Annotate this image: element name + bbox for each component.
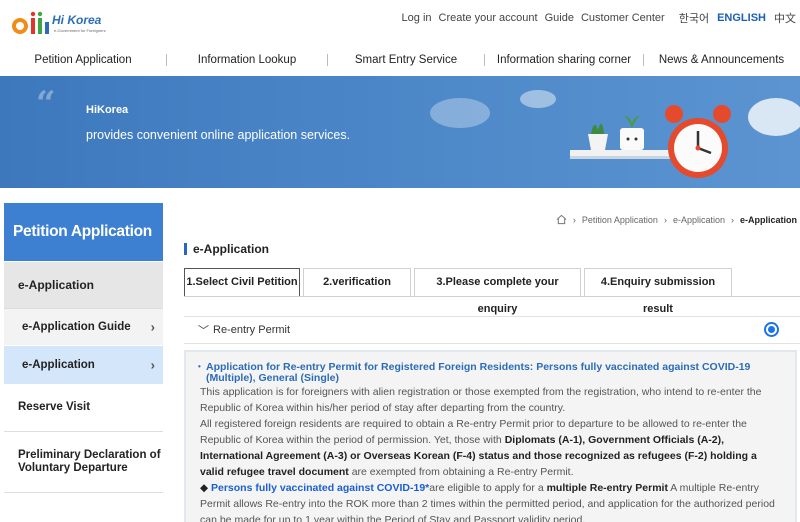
tab-submission-result[interactable]: 4.Enquiry submission result [584, 268, 732, 315]
nav-smart-entry[interactable]: Smart Entry Service [328, 54, 484, 66]
sidebar-item-label: e-Application Guide [22, 321, 131, 333]
customer-center-link[interactable]: Customer Center [581, 12, 665, 24]
notice-paragraph: This application is for foreigners with … [200, 386, 762, 414]
tab-complete-enquiry[interactable]: 3.Please complete your enquiry [414, 268, 581, 315]
logo-subtitle: e-Government for Foreigners [54, 28, 106, 33]
tab-select-civil-petition[interactable]: 1.Select Civil Petition [184, 268, 300, 297]
quote-mark: “ [36, 84, 56, 124]
nav-news[interactable]: News & Announcements [644, 54, 799, 66]
tabs-baseline [184, 296, 800, 297]
main-nav: Petition Application Information Lookup … [0, 46, 800, 74]
notice-text: are exempted from obtaining a Re-entry P… [348, 466, 574, 478]
chevron-right-icon: › [150, 357, 155, 373]
breadcrumb-item[interactable]: Petition Application [582, 215, 658, 225]
sidebar-subitem-guide[interactable]: e-Application Guide › [4, 309, 163, 345]
nav-information-lookup[interactable]: Information Lookup [167, 54, 327, 66]
top-bar: Hi Korea e-Government for Foreigners Log… [0, 0, 800, 46]
petition-label: Re-entry Permit [213, 324, 291, 336]
logo-mark-icon [12, 11, 49, 34]
breadcrumb: › Petition Application › e-Application ›… [556, 214, 797, 225]
sidebar-item-e-application[interactable]: e-Application [4, 262, 163, 308]
login-link[interactable]: Log in [402, 12, 432, 24]
banner-title: HiKorea [86, 104, 129, 116]
notice-paragraph: All registered foreign residents are req… [200, 416, 783, 480]
cloud-shape [430, 98, 490, 128]
lang-english[interactable]: ENGLISH [717, 12, 766, 24]
sidebar-item-label: e-Application [22, 359, 95, 371]
breadcrumb-current: e-Application [739, 214, 797, 225]
petition-radio-selected[interactable] [764, 322, 779, 337]
sidebar-heading: Petition Application [4, 203, 163, 261]
hero-banner: “ HiKorea provides convenient online app… [0, 76, 800, 188]
nav-petition-application[interactable]: Petition Application [0, 54, 166, 66]
guide-link[interactable]: Guide [545, 12, 574, 24]
utility-links: Log in Create your account Guide Custome… [395, 10, 796, 26]
sidebar-divider [4, 431, 163, 432]
breadcrumb-separator: › [572, 214, 576, 225]
breadcrumb-separator: › [663, 214, 667, 225]
petition-row-reentry-permit[interactable]: ﹀ Re-entry Permit [184, 316, 800, 344]
diamond-bullet-icon: ◆ [200, 482, 209, 494]
sidebar-item-label: e-Application [18, 278, 95, 292]
sidebar-item-reserve-visit[interactable]: Reserve Visit [4, 388, 163, 428]
nav-info-sharing[interactable]: Information sharing corner [485, 54, 643, 66]
lang-chinese[interactable]: 中文 [774, 10, 796, 26]
home-icon[interactable] [556, 214, 567, 225]
tab-verification[interactable]: 2.verification [303, 268, 411, 297]
logo-text: Hi Korea [52, 13, 102, 27]
cloud-shape [520, 90, 556, 108]
lang-korean[interactable]: 한국어 [679, 10, 709, 26]
notice-paragraph: ◆ Persons fully vaccinated against COVID… [200, 480, 783, 522]
notice-heading: Application for Re-entry Permit for Regi… [198, 361, 783, 384]
desk-clock-illustration [570, 105, 731, 178]
sidebar-item-label: Reserve Visit [18, 401, 91, 413]
sidebar-item-label: Preliminary Declaration of Voluntary Dep… [18, 449, 161, 474]
sidebar-item-voluntary-departure[interactable]: Preliminary Declaration of Voluntary Dep… [4, 442, 163, 490]
banner-subtitle: provides convenient online application s… [86, 128, 351, 142]
notice-bold-text: multiple Re-entry Permit [546, 482, 668, 494]
sidebar-divider [4, 492, 163, 493]
notice-highlight-text: Persons fully vaccinated against COVID-1… [211, 482, 430, 494]
breadcrumb-item[interactable]: e-Application [673, 215, 725, 225]
notice-text: are eligible to apply for a [429, 482, 547, 494]
breadcrumb-separator: › [730, 214, 734, 225]
petition-notice-box: Application for Re-entry Permit for Regi… [184, 350, 797, 522]
chevron-right-icon: › [150, 319, 155, 335]
sidebar-subitem-e-application[interactable]: e-Application › [4, 346, 163, 384]
create-account-link[interactable]: Create your account [439, 12, 538, 24]
chevron-down-icon[interactable]: ﹀ [198, 322, 209, 338]
page-title: e-Application [184, 242, 269, 256]
